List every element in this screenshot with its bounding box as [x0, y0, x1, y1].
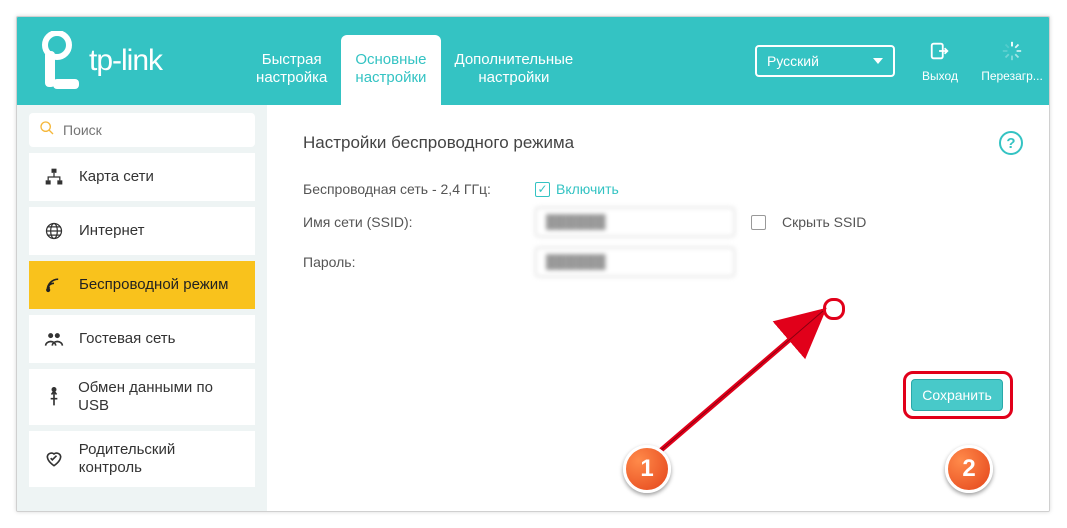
enable-checkbox[interactable]	[535, 182, 550, 197]
search-box[interactable]	[29, 113, 255, 147]
top-tabs: Быстрая настройка Основные настройки Доп…	[242, 17, 587, 105]
tab-basic-settings[interactable]: Основные настройки	[341, 35, 440, 105]
band-label: Беспроводная сеть - 2,4 ГГц:	[303, 181, 535, 197]
tab-quick-setup[interactable]: Быстрая настройка	[242, 35, 341, 105]
language-select[interactable]: Русский	[755, 45, 895, 77]
language-value: Русский	[767, 53, 819, 69]
annotation-callout-2: 2	[945, 445, 993, 493]
annotation-callout-1: 1	[623, 445, 671, 493]
hide-ssid-label: Скрыть SSID	[782, 214, 866, 230]
sidebar-item-parental[interactable]: Родительский контроль	[29, 431, 255, 487]
sidebar-item-wireless[interactable]: Беспроводной режим	[29, 261, 255, 309]
password-label: Пароль:	[303, 254, 535, 270]
brand-logo: tp-link	[41, 17, 162, 105]
tab-advanced-settings[interactable]: Дополнительные настройки	[441, 35, 588, 105]
ssid-input[interactable]	[535, 207, 735, 237]
guest-icon	[43, 328, 65, 350]
sidebar-item-network-map[interactable]: Карта сети	[29, 153, 255, 201]
password-input[interactable]	[535, 247, 735, 277]
wifi-icon	[43, 274, 65, 296]
logo-mark-icon	[41, 31, 83, 91]
sidebar: Карта сети Интернет Беспроводной режим Г…	[17, 105, 267, 511]
sidebar-item-label: Беспроводной режим	[79, 276, 228, 294]
network-map-icon	[43, 166, 65, 188]
enable-label: Включить	[556, 181, 619, 197]
row-password: Пароль:	[303, 247, 1013, 277]
sidebar-item-label: Карта сети	[79, 168, 154, 186]
logout-icon	[929, 40, 951, 65]
main-panel: ? Настройки беспроводного режима Беспров…	[267, 105, 1049, 511]
brand-name: tp-link	[89, 44, 162, 78]
page-title: Настройки беспроводного режима	[303, 133, 1013, 153]
annotation-highlight-1	[823, 298, 845, 320]
ssid-label: Имя сети (SSID):	[303, 214, 535, 230]
logout-button[interactable]: Выход	[913, 40, 967, 83]
help-button[interactable]: ?	[999, 131, 1023, 155]
usb-icon	[43, 386, 64, 408]
sidebar-item-label: Родительский контроль	[79, 441, 241, 477]
reboot-label: Перезагр...	[981, 69, 1043, 83]
search-input[interactable]	[63, 122, 245, 138]
sidebar-item-guest[interactable]: Гостевая сеть	[29, 315, 255, 363]
logout-label: Выход	[922, 69, 958, 83]
row-band: Беспроводная сеть - 2,4 ГГц: Включить	[303, 181, 1013, 197]
row-ssid: Имя сети (SSID): Скрыть SSID	[303, 207, 1013, 237]
loading-icon	[1001, 40, 1023, 65]
sidebar-item-label: Интернет	[79, 222, 144, 240]
globe-icon	[43, 220, 65, 242]
reboot-button[interactable]: Перезагр...	[985, 40, 1039, 83]
sidebar-item-label: Обмен данными по USB	[78, 379, 241, 415]
heart-icon	[43, 448, 65, 470]
sidebar-item-internet[interactable]: Интернет	[29, 207, 255, 255]
save-button[interactable]: Сохранить	[911, 379, 1003, 411]
hide-ssid-checkbox[interactable]	[751, 215, 766, 230]
sidebar-item-label: Гостевая сеть	[79, 330, 175, 348]
search-icon	[39, 120, 55, 141]
chevron-down-icon	[873, 58, 883, 64]
sidebar-item-usb[interactable]: Обмен данными по USB	[29, 369, 255, 425]
annotation-arrow	[643, 303, 843, 467]
